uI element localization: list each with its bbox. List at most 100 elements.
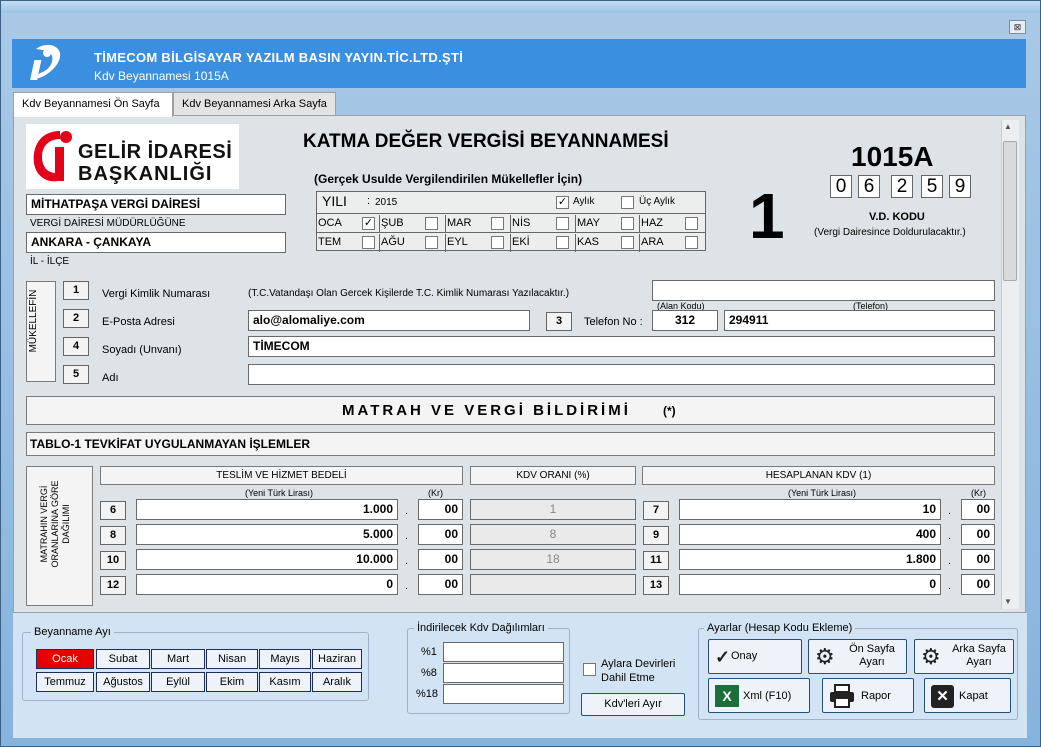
rate-label: %1 xyxy=(421,646,437,658)
tab-front-page[interactable]: Kdv Beyannamesi Ön Sayfa xyxy=(13,92,173,117)
close-app-button[interactable]: ✕ Kapat xyxy=(924,678,1011,713)
decimal-dot: . xyxy=(948,580,952,592)
kdv-kr-input[interactable]: 00 xyxy=(961,524,995,545)
phone-input[interactable]: 294911 xyxy=(724,310,995,331)
name-input[interactable] xyxy=(248,364,995,385)
month-button[interactable]: Temmuz xyxy=(36,672,94,692)
back-settings-label: Arka Sayfa Ayarı xyxy=(952,643,1006,668)
month-checkbox[interactable] xyxy=(556,217,569,230)
carry-checkbox[interactable] xyxy=(583,663,596,676)
field-number: 5 xyxy=(63,365,89,384)
month-label: ARA xyxy=(641,236,664,248)
month-label: ŞUB xyxy=(381,217,404,229)
tax-id-input[interactable] xyxy=(652,280,995,301)
month-button[interactable]: Eylül xyxy=(151,672,205,692)
month-checkbox[interactable] xyxy=(491,236,504,249)
form-subtitle: (Gerçek Usulde Vergilendirilen Mükellefl… xyxy=(314,172,583,186)
scroll-thumb[interactable] xyxy=(1003,141,1017,281)
scroll-up-icon[interactable]: ▲ xyxy=(1004,122,1012,131)
rate-field: 8 xyxy=(470,524,636,545)
window-subtitle: Kdv Beyannamesi 1015A xyxy=(94,69,229,83)
kdv-kr-input[interactable]: 00 xyxy=(961,574,995,595)
close-button[interactable]: ⊠ xyxy=(1009,20,1026,34)
field-number: 3 xyxy=(546,312,572,331)
onay-button[interactable]: ✓ Onay xyxy=(708,639,802,674)
month-button[interactable]: Aralık xyxy=(312,672,362,692)
decimal-dot: . xyxy=(405,580,409,592)
split-kdv-button[interactable]: Kdv'leri Ayır xyxy=(581,693,685,716)
month-button[interactable]: Ekim xyxy=(206,672,258,692)
kdv-amount-input[interactable]: 1.800 xyxy=(679,549,941,570)
month-checkbox[interactable] xyxy=(491,217,504,230)
rate-label: %8 xyxy=(421,667,437,679)
month-checkbox[interactable] xyxy=(556,236,569,249)
decimal-dot: . xyxy=(405,555,409,567)
month-checkbox[interactable] xyxy=(685,217,698,230)
amount-input[interactable]: 10.000 xyxy=(136,549,398,570)
amount-kr-input[interactable]: 00 xyxy=(418,549,463,570)
month-checkbox[interactable] xyxy=(362,236,375,249)
line-number: 7 xyxy=(643,501,669,520)
month-button[interactable]: Kasım xyxy=(259,672,311,692)
amount-kr-input[interactable]: 00 xyxy=(418,524,463,545)
month-label: NİS xyxy=(512,217,531,229)
monthly-label: Aylık xyxy=(573,196,595,207)
rate-field: 18 xyxy=(470,549,636,570)
settings-group-title: Ayarlar (Hesap Kodu Ekleme) xyxy=(704,622,856,634)
area-code-input[interactable]: 312 xyxy=(652,310,718,331)
back-settings-button[interactable]: ⚙ Arka Sayfa Ayarı xyxy=(914,639,1014,674)
month-checkbox[interactable]: ✓ xyxy=(362,217,375,230)
month-checkbox[interactable] xyxy=(621,236,634,249)
amount-input[interactable]: 5.000 xyxy=(136,524,398,545)
decimal-dot: . xyxy=(948,530,952,542)
vd-label: V.D. KODU xyxy=(869,211,925,223)
kdv-amount-input[interactable]: 10 xyxy=(679,499,941,520)
month-button[interactable]: Nisan xyxy=(206,649,258,669)
xml-button[interactable]: X Xml (F10) xyxy=(708,678,810,713)
monthly-checkbox[interactable]: ✓ xyxy=(556,196,569,209)
field-number: 1 xyxy=(63,281,89,300)
month-button[interactable]: Subat xyxy=(96,649,150,669)
kdv-kr-input[interactable]: 00 xyxy=(961,549,995,570)
company-name: TİMECOM BİLGİSAYAR YAZILM BASIN YAYIN.Tİ… xyxy=(94,50,464,65)
rate-18-input[interactable] xyxy=(443,684,564,704)
taxpayer-vertical: MÜKELLEFİN xyxy=(28,289,39,353)
surname-input[interactable]: TİMECOM xyxy=(248,336,995,357)
rate-1-input[interactable] xyxy=(443,642,564,662)
tax-id-label: Vergi Kimlik Numarası xyxy=(102,288,211,300)
kdv-group-title: İndirilecek Kdv Dağılımları xyxy=(414,622,548,634)
front-settings-button[interactable]: ⚙ Ön Sayfa Ayarı xyxy=(808,639,907,674)
gib-line1: GELİR İDARESİ xyxy=(78,141,233,163)
tax-id-note: (T.C.Vatandaşı Olan Gercek Kişilerde T.C… xyxy=(248,288,570,299)
month-checkbox[interactable] xyxy=(425,236,438,249)
gear-icon: ⚙ xyxy=(815,644,835,669)
kdv-amount-input[interactable]: 400 xyxy=(679,524,941,545)
month-checkbox[interactable] xyxy=(685,236,698,249)
rate-8-input[interactable] xyxy=(443,663,564,683)
amount-kr-input[interactable]: 00 xyxy=(418,499,463,520)
amount-input[interactable]: 0 xyxy=(136,574,398,595)
email-input[interactable]: alo@alomaliye.com xyxy=(248,310,530,331)
month-button[interactable]: Mart xyxy=(151,649,205,669)
kdv-amount-input[interactable]: 0 xyxy=(679,574,941,595)
tab-back-page[interactable]: Kdv Beyannamesi Arka Sayfa xyxy=(173,92,336,116)
line-number: 10 xyxy=(100,551,126,570)
close-app-label: Kapat xyxy=(959,690,988,702)
amount-input[interactable]: 1.000 xyxy=(136,499,398,520)
quarterly-checkbox[interactable] xyxy=(621,196,634,209)
amount-kr-input[interactable]: 00 xyxy=(418,574,463,595)
year-sep: : xyxy=(367,195,371,207)
month-button[interactable]: Mayıs xyxy=(259,649,311,669)
scroll-down-icon[interactable]: ▼ xyxy=(1004,597,1012,606)
month-checkbox[interactable] xyxy=(425,217,438,230)
month-checkbox[interactable] xyxy=(621,217,634,230)
tax-office-field[interactable]: MİTHATPAŞA VERGİ DAİRESİ xyxy=(26,194,286,215)
line-number: 9 xyxy=(643,526,669,545)
line-number: 6 xyxy=(100,501,126,520)
month-button[interactable]: Ağustos xyxy=(96,672,150,692)
report-button[interactable]: Rapor xyxy=(822,678,914,713)
month-button[interactable]: Ocak xyxy=(36,649,94,669)
city-field[interactable]: ANKARA - ÇANKAYA xyxy=(26,232,286,253)
kdv-kr-input[interactable]: 00 xyxy=(961,499,995,520)
month-button[interactable]: Haziran xyxy=(312,649,362,669)
